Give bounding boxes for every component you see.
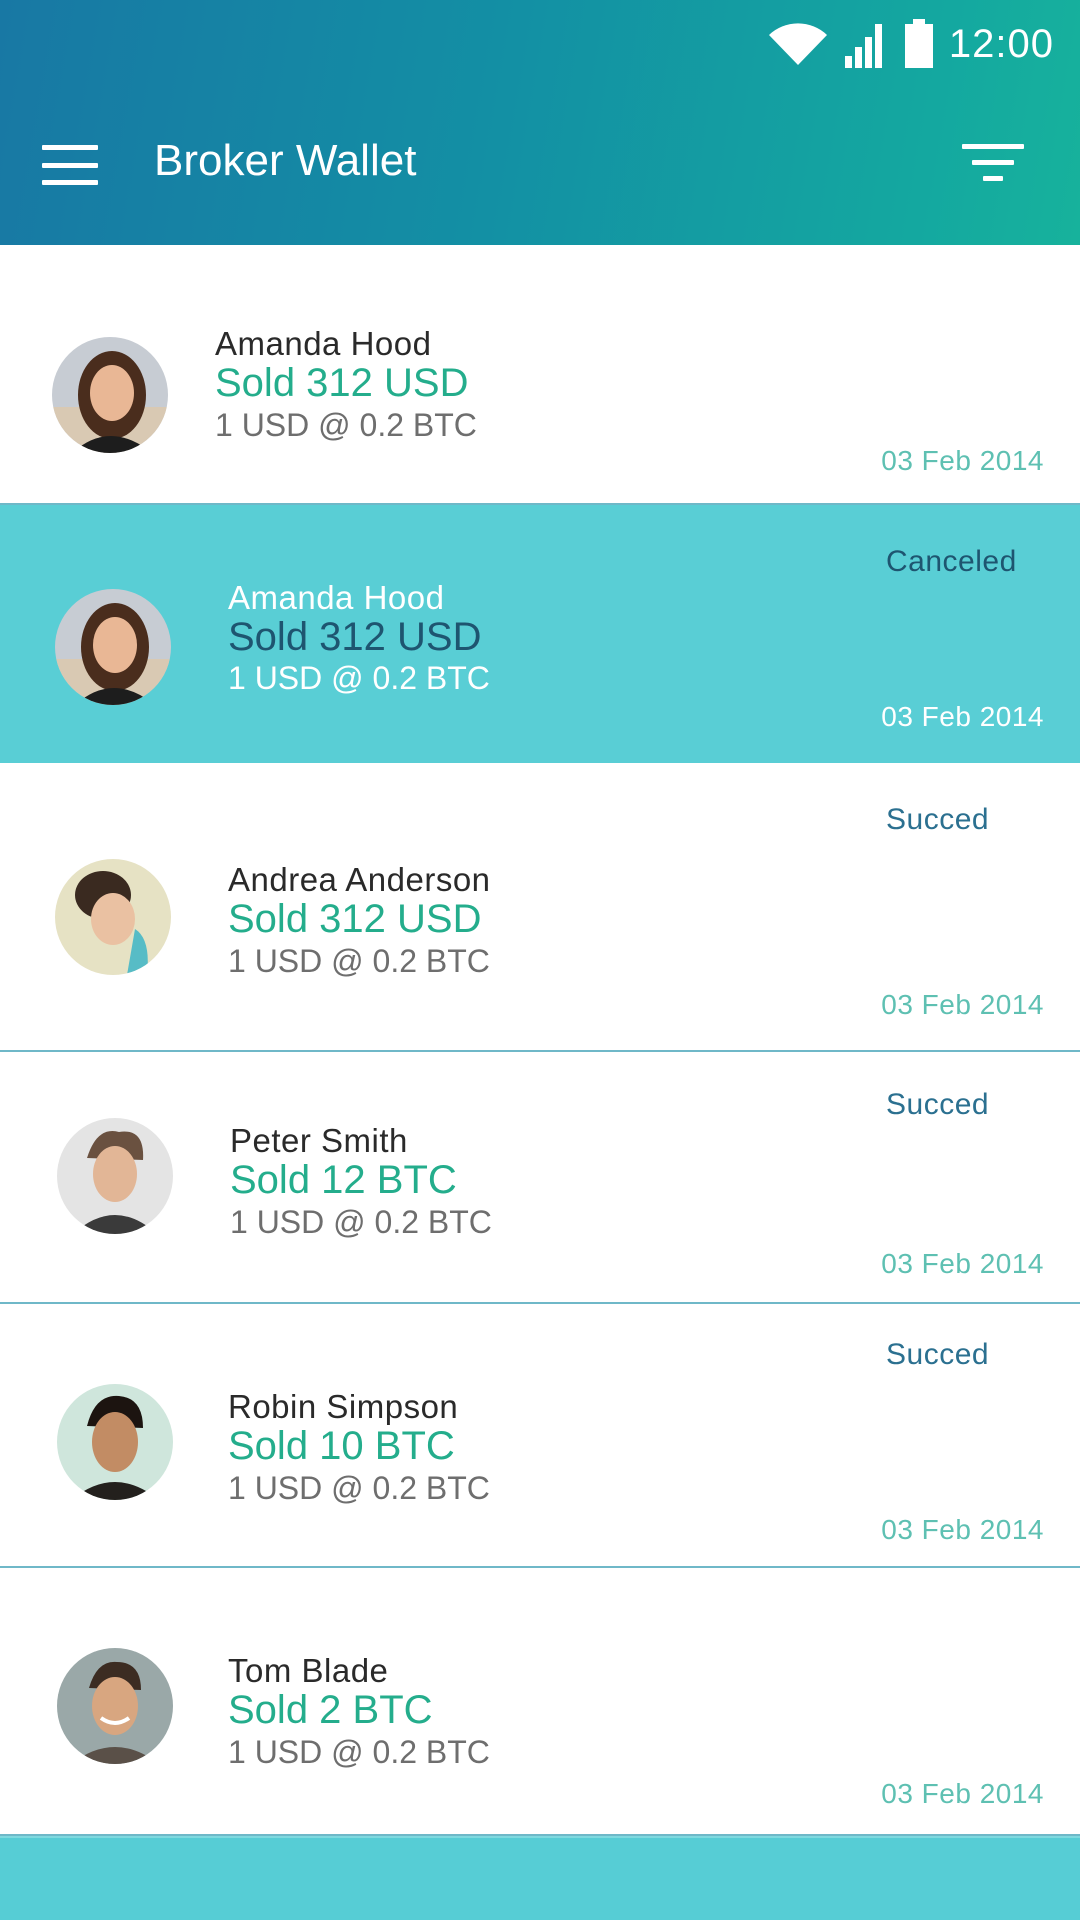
wifi-icon <box>768 23 827 65</box>
menu-button[interactable] <box>40 140 100 190</box>
status-label: Canceled <box>886 545 1017 578</box>
page-title: Broker Wallet <box>154 136 417 185</box>
app-bar: 12:00 Broker Wallet <box>0 0 1080 245</box>
status-time: 12:00 <box>948 21 1054 66</box>
contact-name: Robin Simpson <box>228 1388 459 1425</box>
transaction-amount: Sold 2 BTC <box>228 1688 433 1732</box>
signal-icon <box>844 24 882 68</box>
exchange-rate: 1 USD @ 0.2 BTC <box>228 1734 490 1770</box>
transaction-date: 03 Feb 2014 <box>881 701 1044 732</box>
transaction-amount: Sold 312 USD <box>228 897 482 941</box>
exchange-rate: 1 USD @ 0.2 BTC <box>228 1470 490 1506</box>
avatar <box>55 859 171 975</box>
avatar <box>57 1118 173 1234</box>
transaction-row[interactable]: Succed Robin Simpson Sold 10 BTC 1 USD @… <box>0 1304 1080 1568</box>
contact-name: Peter Smith <box>230 1122 408 1159</box>
transaction-amount: Sold 312 USD <box>215 361 469 405</box>
transaction-row[interactable]: Succed Peter Smith Sold 12 BTC 1 USD @ 0… <box>0 1052 1080 1304</box>
contact-name: Tom Blade <box>228 1652 389 1689</box>
status-label: Succed <box>886 803 990 836</box>
transaction-date: 03 Feb 2014 <box>881 989 1044 1020</box>
filter-icon <box>962 144 1024 149</box>
battery-icon <box>904 19 933 68</box>
transaction-row-selected[interactable]: Canceled Amanda Hood Sold 312 USD 1 USD … <box>0 505 1080 763</box>
exchange-rate: 1 USD @ 0.2 BTC <box>228 660 490 696</box>
transaction-date: 03 Feb 2014 <box>881 1778 1044 1809</box>
avatar <box>57 1384 173 1500</box>
transaction-amount: Sold 312 USD <box>228 615 482 659</box>
contact-name: Andrea Anderson <box>228 861 491 898</box>
status-label: Succed <box>886 1088 990 1121</box>
transaction-row[interactable]: Tom Blade Sold 2 BTC 1 USD @ 0.2 BTC 03 … <box>0 1568 1080 1836</box>
status-label: Succed <box>886 1338 990 1371</box>
transaction-row[interactable]: Amanda Hood Sold 312 USD 1 USD @ 0.2 BTC… <box>0 245 1080 505</box>
contact-name: Amanda Hood <box>228 579 445 616</box>
exchange-rate: 1 USD @ 0.2 BTC <box>228 943 490 979</box>
filter-button[interactable] <box>958 138 1028 190</box>
avatar <box>52 337 168 453</box>
transaction-date: 03 Feb 2014 <box>881 445 1044 476</box>
exchange-rate: 1 USD @ 0.2 BTC <box>230 1204 492 1240</box>
transaction-list: Amanda Hood Sold 312 USD 1 USD @ 0.2 BTC… <box>0 245 1080 1836</box>
menu-icon <box>42 145 98 150</box>
avatar <box>57 1648 173 1764</box>
status-bar: 12:00 <box>767 14 1054 74</box>
exchange-rate: 1 USD @ 0.2 BTC <box>215 407 477 443</box>
transaction-date: 03 Feb 2014 <box>881 1514 1044 1545</box>
transaction-date: 03 Feb 2014 <box>881 1248 1044 1279</box>
transaction-row[interactable]: Succed Andrea Anderson Sold 312 USD 1 US… <box>0 763 1080 1052</box>
bottom-bar <box>0 1836 1080 1920</box>
avatar <box>55 589 171 705</box>
transaction-amount: Sold 10 BTC <box>228 1424 455 1468</box>
contact-name: Amanda Hood <box>215 325 432 362</box>
transaction-amount: Sold 12 BTC <box>230 1158 457 1202</box>
